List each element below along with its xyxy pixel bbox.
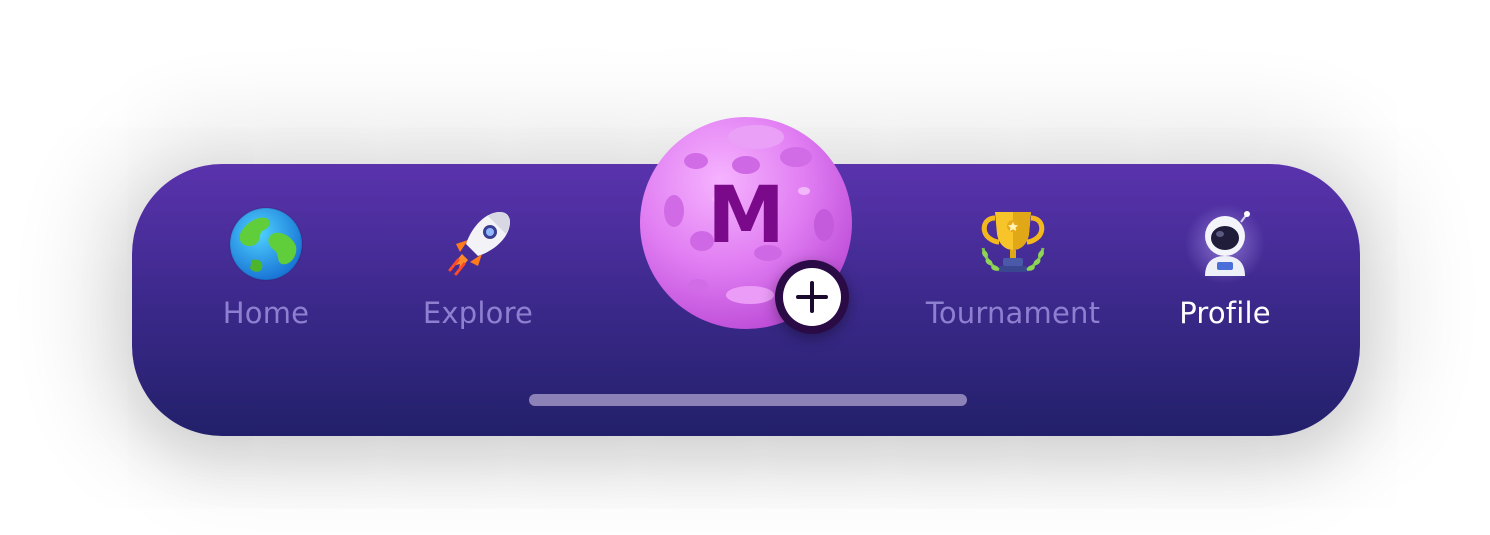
planet-letter: M <box>707 171 785 261</box>
earth-globe-icon <box>229 207 303 281</box>
trophy-icon <box>981 212 1045 272</box>
tab-tournament[interactable]: Tournament <box>903 204 1123 344</box>
tab-tournament-label: Tournament <box>925 296 1101 330</box>
tab-profile[interactable]: Profile <box>1115 204 1335 344</box>
create-button[interactable]: M <box>638 115 854 334</box>
tab-explore-label: Explore <box>422 296 534 330</box>
tab-home-label: Home <box>222 296 310 330</box>
screen: Home Explore Tournament Profile M <box>0 0 1490 535</box>
plus-badge[interactable] <box>775 260 849 334</box>
tab-explore[interactable]: Explore <box>368 204 588 344</box>
tab-home[interactable]: Home <box>156 204 376 344</box>
home-indicator[interactable] <box>529 394 967 406</box>
rocket-icon <box>448 212 510 276</box>
tab-profile-label: Profile <box>1179 296 1271 330</box>
plus-icon <box>783 268 841 326</box>
astronaut-icon <box>1185 204 1265 284</box>
